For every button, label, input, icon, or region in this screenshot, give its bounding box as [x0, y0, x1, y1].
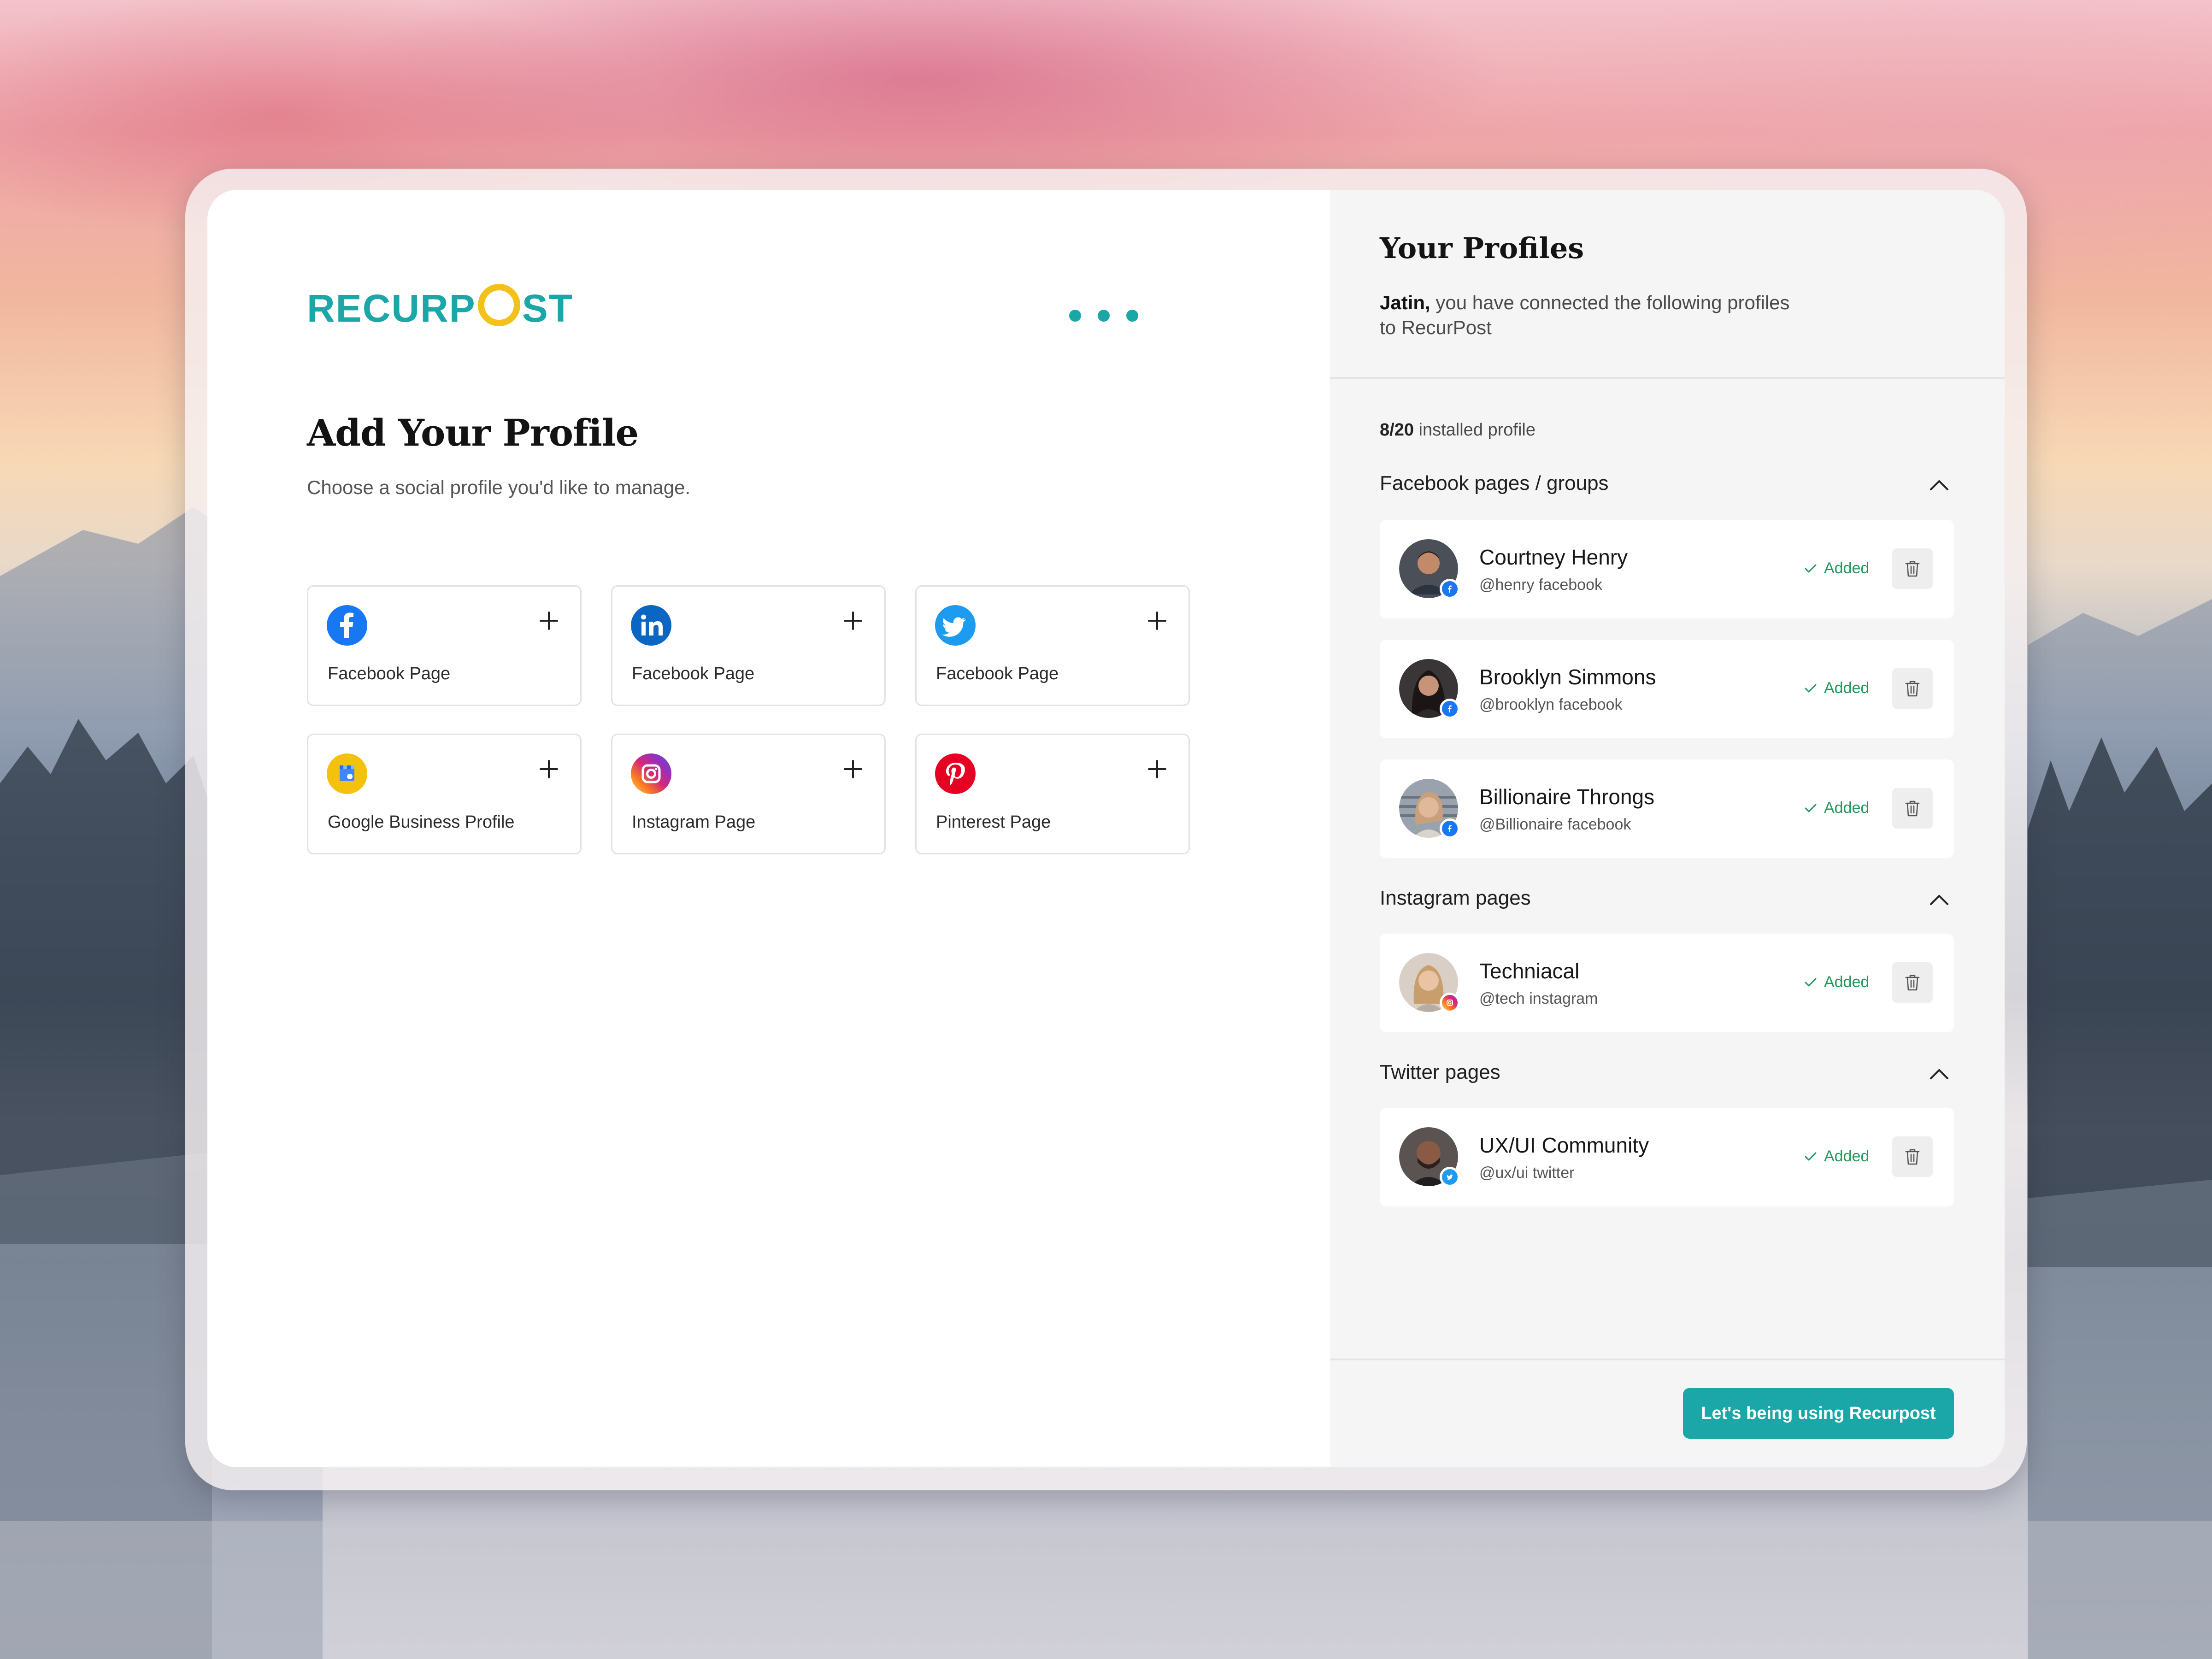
chevron-up-icon[interactable] [1929, 478, 1949, 492]
trash-icon [1905, 1149, 1920, 1165]
check-icon [1805, 564, 1817, 572]
plus-icon[interactable] [841, 609, 865, 633]
check-icon [1805, 804, 1817, 812]
page-subtitle: Choose a social profile you'd like to ma… [307, 477, 691, 498]
more-options-icon[interactable] [1069, 310, 1138, 322]
profile-handle: @ux/ui twitter [1479, 1164, 1575, 1182]
trash-icon [1905, 681, 1920, 697]
profile-card: Billionaire Throngs @Billionaire faceboo… [1380, 759, 1954, 858]
section-title-instagram: Instagram pages [1380, 887, 1531, 909]
profiles-description-text: you have connected the following profile… [1380, 292, 1790, 338]
google-business-icon [327, 753, 367, 794]
your-profiles-panel: Your Profiles Jatin, you have connected … [1330, 190, 2005, 1467]
profiles-header: Your Profiles Jatin, you have connected … [1330, 190, 2005, 379]
delete-button[interactable] [1892, 788, 1933, 829]
trash-icon [1905, 975, 1920, 991]
check-icon [1805, 1152, 1817, 1160]
plus-icon[interactable] [1145, 609, 1169, 633]
added-status: Added [1804, 1147, 1869, 1165]
tile-label: Facebook Page [328, 664, 451, 683]
tile-twitter[interactable]: Facebook Page [915, 585, 1190, 706]
facebook-badge-icon [1440, 818, 1460, 839]
profile-handle: @henry facebook [1479, 576, 1603, 594]
tile-instagram[interactable]: Instagram Page [611, 734, 886, 854]
added-status: Added [1804, 799, 1869, 817]
delete-button[interactable] [1892, 548, 1933, 589]
profiles-title: Your Profiles [1380, 231, 1584, 265]
installed-count-label: installed profile [1413, 420, 1536, 440]
linkedin-icon [631, 605, 671, 646]
added-label: Added [1824, 1147, 1870, 1165]
plus-icon[interactable] [841, 757, 865, 781]
profile-handle: @Billionaire facebook [1479, 816, 1631, 833]
delete-button[interactable] [1892, 1136, 1933, 1177]
tile-label: Instagram Page [632, 812, 756, 832]
logo-text-b: ST [522, 287, 574, 330]
trash-icon [1905, 561, 1920, 577]
profile-name: Techniacal [1479, 959, 1580, 983]
installed-count: 8/20 installed profile [1380, 420, 1535, 440]
check-icon [1805, 978, 1817, 986]
tile-google-business[interactable]: Google Business Profile [307, 734, 582, 854]
twitter-icon [935, 605, 976, 646]
add-profile-panel: RECURP ST Add Your Profile Choose a socia… [207, 190, 1330, 1467]
section-title-twitter: Twitter pages [1380, 1061, 1500, 1083]
added-label: Added [1824, 679, 1870, 697]
profile-name: Brooklyn Simmons [1479, 665, 1656, 689]
section-title-facebook: Facebook pages / groups [1380, 472, 1609, 494]
logo-clock-icon [477, 284, 520, 326]
profile-name: Billionaire Throngs [1479, 785, 1655, 809]
plus-icon[interactable] [537, 609, 561, 633]
tile-pinterest[interactable]: Pinterest Page [915, 734, 1190, 854]
profile-handle: @tech instagram [1479, 990, 1598, 1007]
instagram-badge-icon [1440, 993, 1460, 1013]
recurpost-logo: RECURP ST [307, 284, 573, 331]
trash-icon [1905, 800, 1920, 817]
onboarding-card: RECURP ST Add Your Profile Choose a socia… [207, 190, 2005, 1467]
tile-facebook[interactable]: Facebook Page [307, 585, 582, 706]
tile-linkedin[interactable]: Facebook Page [611, 585, 886, 706]
facebook-badge-icon [1440, 699, 1460, 719]
profile-card: Courtney Henry @henry facebook Added [1380, 520, 1954, 618]
page-title: Add Your Profile [307, 411, 639, 454]
added-label: Added [1824, 559, 1870, 577]
profile-card: UX/UI Community @ux/ui twitter Added [1380, 1108, 1954, 1206]
pinterest-icon [935, 753, 976, 794]
instagram-icon [631, 753, 671, 794]
added-status: Added [1804, 973, 1869, 991]
twitter-badge-icon [1440, 1167, 1460, 1187]
chevron-up-icon[interactable] [1929, 893, 1949, 907]
user-name: Jatin, [1380, 292, 1430, 313]
plus-icon[interactable] [537, 757, 561, 781]
tile-label: Google Business Profile [328, 812, 515, 832]
added-label: Added [1824, 973, 1870, 991]
delete-button[interactable] [1892, 962, 1933, 1003]
delete-button[interactable] [1892, 668, 1933, 709]
profile-name: UX/UI Community [1479, 1133, 1649, 1157]
profile-name: Courtney Henry [1479, 545, 1628, 569]
chevron-up-icon[interactable] [1929, 1067, 1949, 1081]
footer-divider [1330, 1359, 2005, 1360]
added-status: Added [1804, 559, 1869, 577]
installed-count-number: 8/20 [1380, 420, 1414, 440]
profile-card: Techniacal @tech instagram Added [1380, 934, 1954, 1032]
added-label: Added [1824, 799, 1870, 817]
profiles-description: Jatin, you have connected the following … [1380, 290, 1794, 340]
profile-handle: @brooklyn facebook [1479, 696, 1623, 713]
profile-card: Brooklyn Simmons @brooklyn facebook Adde… [1380, 640, 1954, 738]
check-icon [1805, 684, 1817, 692]
facebook-badge-icon [1440, 579, 1460, 599]
logo-text-a: RECURP [307, 287, 476, 330]
added-status: Added [1804, 679, 1869, 697]
tile-label: Facebook Page [936, 664, 1059, 683]
social-tiles-grid: Facebook Page Facebook Page Facebook Pag… [307, 585, 1192, 854]
tile-label: Facebook Page [632, 664, 755, 683]
plus-icon[interactable] [1145, 757, 1169, 781]
tile-label: Pinterest Page [936, 812, 1051, 832]
facebook-icon [327, 605, 367, 646]
start-using-button[interactable]: Let's being using Recurpost [1683, 1388, 1954, 1439]
